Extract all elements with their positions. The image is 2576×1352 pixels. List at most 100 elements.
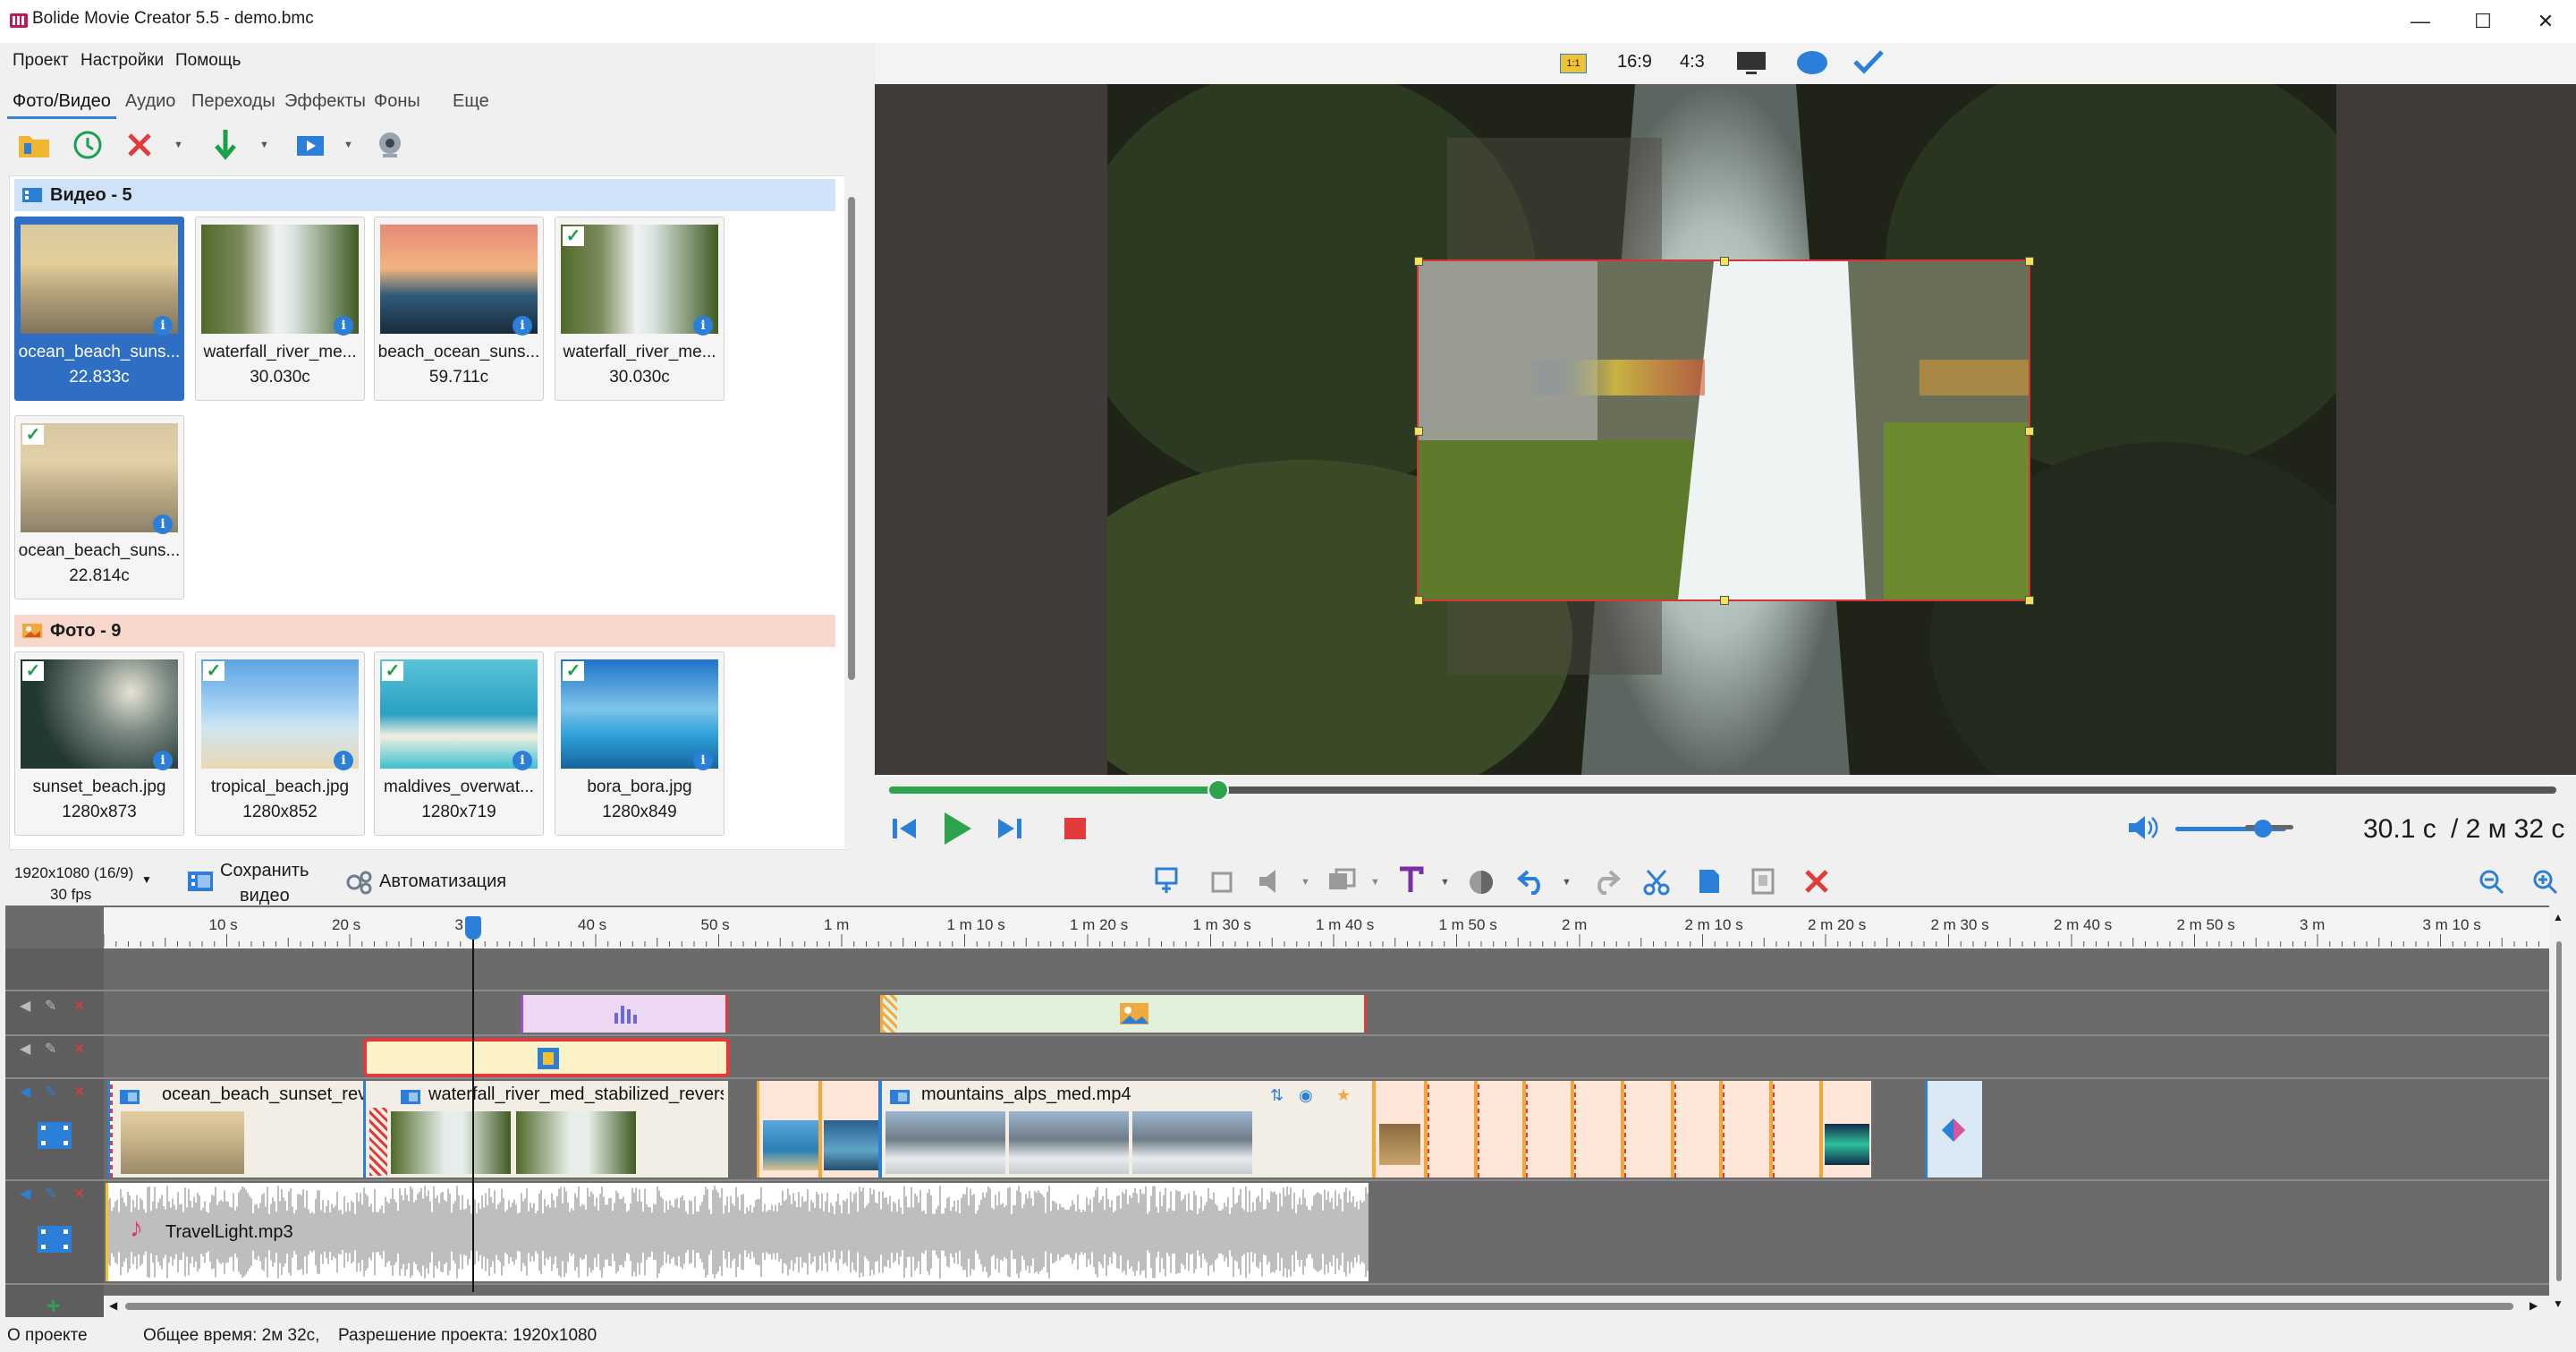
track-mute-icon[interactable]: ◀	[20, 1040, 30, 1058]
track-mute-icon[interactable]: ◀	[20, 997, 30, 1015]
track-edit-icon[interactable]: ✎	[45, 1083, 56, 1101]
resolution-setting[interactable]: 1920x1080 (16/9)	[14, 864, 133, 882]
photo-clip[interactable]	[1571, 1081, 1621, 1178]
scroll-left-icon[interactable]: ◀	[109, 1299, 117, 1312]
photo-item[interactable]: sunset_beach.jpg 1280x873 i ✓	[14, 651, 184, 836]
photo-clip[interactable]	[1522, 1081, 1571, 1178]
scrollbar-thumb[interactable]	[125, 1303, 2513, 1310]
play-icon[interactable]	[941, 811, 973, 851]
scrollbar-thumb[interactable]	[2556, 941, 2562, 1281]
photo-clip-group[interactable]	[757, 1081, 879, 1178]
timeline-horizontal-scrollbar[interactable]: ◀ ▶	[104, 1296, 2549, 1317]
scrollbar-thumb[interactable]	[848, 197, 855, 680]
open-folder-icon[interactable]	[14, 125, 54, 165]
tab-photo-video[interactable]: Фото/Видео	[13, 91, 111, 112]
menu-help[interactable]: Помощь	[175, 51, 241, 71]
aspect-16-9-button[interactable]: 16:9	[1617, 52, 1652, 72]
video-item[interactable]: ocean_beach_suns... 22.814с i ✓	[14, 415, 184, 599]
zoom-out-icon[interactable]	[2478, 868, 2506, 901]
selected-overlay-clip[interactable]	[363, 1038, 730, 1077]
crop-handle[interactable]	[1414, 596, 1423, 605]
fps-setting[interactable]: 30 fps	[50, 886, 91, 904]
crop-handle[interactable]	[1414, 427, 1423, 436]
track-edit-icon[interactable]: ✎	[45, 1185, 56, 1203]
info-icon[interactable]: i	[513, 751, 532, 770]
info-icon[interactable]: i	[153, 751, 173, 770]
photo-clip[interactable]	[1372, 1081, 1424, 1178]
effects-icon[interactable]	[1467, 868, 1496, 901]
redo-icon[interactable]	[1590, 868, 1622, 899]
audio-clip-travellight[interactable]: ♪ TravelLight.mp3	[106, 1183, 1368, 1281]
chevron-down-icon[interactable]: ▼	[174, 140, 183, 150]
video-clip-waterfall[interactable]: waterfall_river_med_stabilized_reverse..…	[363, 1081, 728, 1178]
video-item[interactable]: ocean_beach_suns... 22.833с i	[14, 217, 184, 401]
chevron-down-icon[interactable]: ▼	[343, 140, 353, 150]
undo-icon[interactable]	[1516, 868, 1547, 899]
info-icon[interactable]: i	[334, 316, 353, 336]
video-clip-ocean-beach[interactable]: ocean_beach_sunset_rev...	[107, 1081, 380, 1178]
aspect-1-1-button[interactable]: 1:1	[1560, 54, 1587, 73]
scroll-right-icon[interactable]: ▶	[2529, 1299, 2538, 1312]
save-video-button-line2[interactable]: видео	[240, 886, 290, 906]
crop-handle[interactable]	[2025, 427, 2034, 436]
playback-progress-handle[interactable]	[1208, 779, 1229, 801]
chevron-down-icon[interactable]: ▼	[1370, 877, 1380, 888]
save-video-button[interactable]: Сохранить	[220, 861, 309, 881]
photo-item[interactable]: maldives_overwat... 1280x719 i ✓	[374, 651, 544, 836]
slideshow-icon[interactable]	[292, 125, 331, 165]
save-video-icon[interactable]	[186, 868, 215, 899]
crop-icon[interactable]	[1208, 868, 1236, 901]
volume-slider-handle[interactable]	[2254, 820, 2272, 838]
photo-group-header[interactable]: Фото - 9	[14, 615, 835, 647]
photo-clip[interactable]	[1474, 1081, 1522, 1178]
mute-icon[interactable]	[1258, 868, 1286, 899]
photo-clip[interactable]	[1719, 1081, 1769, 1178]
playhead[interactable]	[472, 922, 474, 1292]
chevron-down-icon[interactable]: ▼	[141, 873, 152, 886]
text-tool-icon[interactable]	[1397, 866, 1424, 899]
crop-handle[interactable]	[2025, 596, 2034, 605]
track-edit-icon[interactable]: ✎	[45, 1040, 56, 1058]
info-icon[interactable]: i	[693, 751, 713, 770]
chevron-down-icon[interactable]: ▼	[1562, 877, 1572, 888]
add-down-arrow-icon[interactable]	[206, 125, 245, 165]
photo-item[interactable]: tropical_beach.jpg 1280x852 i ✓	[195, 651, 365, 836]
copy-icon[interactable]	[1696, 866, 1723, 901]
photo-clip[interactable]	[1819, 1081, 1871, 1178]
step-forward-icon[interactable]	[995, 814, 1025, 847]
photo-clip[interactable]	[1769, 1081, 1819, 1178]
track-delete-icon[interactable]: ✕	[73, 1083, 85, 1101]
transition-icon[interactable]	[1327, 868, 1356, 899]
tab-audio[interactable]: Аудио	[125, 91, 175, 112]
menu-project[interactable]: Проект	[13, 51, 69, 71]
crop-selection-box[interactable]	[1414, 257, 2034, 605]
video-item[interactable]: waterfall_river_me... 30.030с i	[195, 217, 365, 401]
video-clip-mountains[interactable]: mountains_alps_med.mp4	[878, 1081, 1259, 1178]
apply-check-icon[interactable]	[1852, 48, 1885, 80]
photo-clip[interactable]	[1424, 1081, 1474, 1178]
track-delete-icon[interactable]: ✕	[73, 1185, 85, 1203]
tab-effects[interactable]: Эффекты	[284, 91, 366, 112]
info-icon[interactable]: i	[334, 751, 353, 770]
crop-handle[interactable]	[2025, 257, 2034, 266]
info-icon[interactable]: i	[153, 316, 173, 336]
info-icon[interactable]: i	[693, 316, 713, 336]
track-delete-icon[interactable]: ✕	[73, 1040, 85, 1058]
video-group-header[interactable]: Видео - 5	[14, 179, 835, 211]
track-mute-icon[interactable]: ◀	[20, 1185, 30, 1203]
step-back-icon[interactable]	[889, 814, 919, 847]
add-track-button[interactable]: +	[47, 1292, 60, 1320]
delete-icon[interactable]	[120, 125, 159, 165]
automation-button[interactable]: Автоматизация	[379, 872, 506, 892]
tab-backgrounds[interactable]: Фоны	[374, 91, 420, 112]
crop-handle[interactable]	[1414, 257, 1423, 266]
webcam-icon[interactable]	[370, 125, 410, 165]
tab-transitions[interactable]: Переходы	[191, 91, 275, 112]
split-scissors-icon[interactable]	[1642, 868, 1671, 901]
aspect-4-3-button[interactable]: 4:3	[1680, 52, 1705, 72]
volume-icon[interactable]	[2127, 814, 2159, 846]
paste-icon[interactable]	[1750, 866, 1776, 901]
close-button[interactable]: ✕	[2504, 0, 2576, 43]
scroll-down-icon[interactable]: ▼	[2553, 1297, 2563, 1310]
recent-clock-icon[interactable]	[68, 125, 107, 165]
